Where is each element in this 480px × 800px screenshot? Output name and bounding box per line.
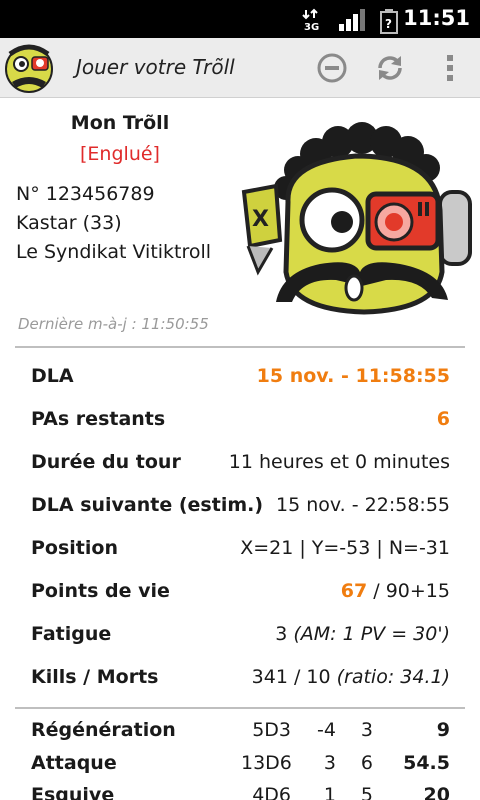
stat-row-fatigue: Fatigue 3 (AM: 1 PV = 30') (31, 623, 450, 653)
characteristic-total: 54.5 (403, 752, 450, 774)
logout-icon (317, 53, 347, 83)
stat-label: PAs restants (31, 408, 166, 430)
characteristic-row-esquive: Esquive 4D6 1 5 20 (31, 784, 450, 800)
stat-value-fatigue: 3 (AM: 1 PV = 30') (275, 623, 450, 645)
troll-guild: Le Syndikat Vitiktroll (16, 241, 212, 263)
stat-row-kills: Kills / Morts 341 / 10 (ratio: 34.1) (31, 666, 450, 696)
signal-strength-icon (339, 9, 365, 31)
stat-label: Kills / Morts (31, 666, 159, 688)
troll-state-badge: [Englué] (80, 143, 160, 165)
characteristic-label: Attaque (31, 752, 117, 774)
characteristic-dice: 13D6 (241, 752, 292, 774)
stat-row-pa: PAs restants 6 (31, 408, 450, 438)
characteristic-total: 9 (436, 719, 450, 741)
kills-value: 341 / 10 (251, 666, 331, 688)
troll-logo-icon[interactable] (2, 42, 56, 94)
troll-number: N° 123456789 (16, 183, 155, 205)
troll-avatar: X (241, 122, 472, 315)
logout-button[interactable] (314, 50, 350, 86)
stat-value-next-dla: 15 nov. - 22:58:55 (276, 494, 450, 516)
pv-current: 67 (340, 580, 368, 602)
clock: 11:51 (403, 6, 470, 30)
troll-name-level: Kastar (33) (16, 212, 122, 234)
divider (15, 707, 465, 709)
overflow-menu-icon (447, 55, 453, 81)
stat-value-dla: 15 nov. - 11:58:55 (256, 365, 450, 387)
stat-row-tour: Durée du tour 11 heures et 0 minutes (31, 451, 450, 481)
characteristic-bonus: 1 (323, 784, 336, 800)
status-bar: 3G ? 11:51 (0, 0, 480, 38)
stat-label: Fatigue (31, 623, 112, 645)
stat-label: DLA suivante (estim.) (31, 494, 264, 516)
divider (15, 346, 465, 348)
characteristic-bonus: 5 (360, 784, 373, 800)
stat-label: Durée du tour (31, 451, 181, 473)
characteristic-total: 20 (423, 784, 450, 800)
stat-label: Points de vie (31, 580, 170, 602)
kills-note: (ratio: 34.1) (330, 666, 450, 688)
characteristic-bonus: 3 (360, 719, 373, 741)
stat-value-kills: 341 / 10 (ratio: 34.1) (252, 666, 450, 688)
app-title: Jouer votre Trõll (76, 55, 235, 79)
stat-value-pa: 6 (436, 408, 450, 430)
overflow-menu-button[interactable] (432, 50, 468, 86)
svg-text:X: X (252, 207, 269, 232)
stat-row-pv: Points de vie 67 / 90+15 (31, 580, 450, 610)
last-update: Dernière m-à-j : 11:50:55 (18, 315, 209, 333)
svg-text:?: ? (385, 17, 392, 31)
characteristic-bonus: -4 (317, 719, 336, 741)
stat-label: DLA (31, 365, 74, 387)
stat-label: Position (31, 537, 118, 559)
action-bar: Jouer votre Trõll (0, 38, 480, 98)
characteristic-row-regeneration: Régénération 5D3 -4 3 9 (31, 719, 450, 747)
fatigue-note: (AM: 1 PV = 30') (287, 623, 450, 645)
stat-row-dla: DLA 15 nov. - 11:58:55 (31, 365, 450, 395)
characteristic-bonus: 6 (360, 752, 373, 774)
characteristic-label: Régénération (31, 719, 176, 741)
refresh-button[interactable] (372, 50, 408, 86)
fatigue-value: 3 (275, 623, 288, 645)
stat-value-tour: 11 heures et 0 minutes (228, 451, 450, 473)
characteristic-row-attaque: Attaque 13D6 3 6 54.5 (31, 752, 450, 780)
refresh-icon (378, 56, 402, 80)
network-3g-icon: 3G (302, 8, 319, 32)
svg-text:3G: 3G (304, 22, 319, 32)
section-title: Mon Trõll (70, 112, 170, 134)
stat-value-position: X=21 | Y=-53 | N=-31 (240, 537, 450, 559)
characteristic-dice: 5D3 (252, 719, 291, 741)
characteristic-label: Esquive (31, 784, 115, 800)
pv-max: / 90+15 (367, 580, 450, 602)
battery-icon: ? (380, 9, 398, 34)
stat-row-next-dla: DLA suivante (estim.) 15 nov. - 22:58:55 (31, 494, 450, 524)
stat-value-pv: 67 / 90+15 (341, 580, 450, 602)
stat-row-position: Position X=21 | Y=-53 | N=-31 (31, 537, 450, 567)
characteristic-dice: 4D6 (252, 784, 291, 800)
characteristic-bonus: 3 (323, 752, 336, 774)
